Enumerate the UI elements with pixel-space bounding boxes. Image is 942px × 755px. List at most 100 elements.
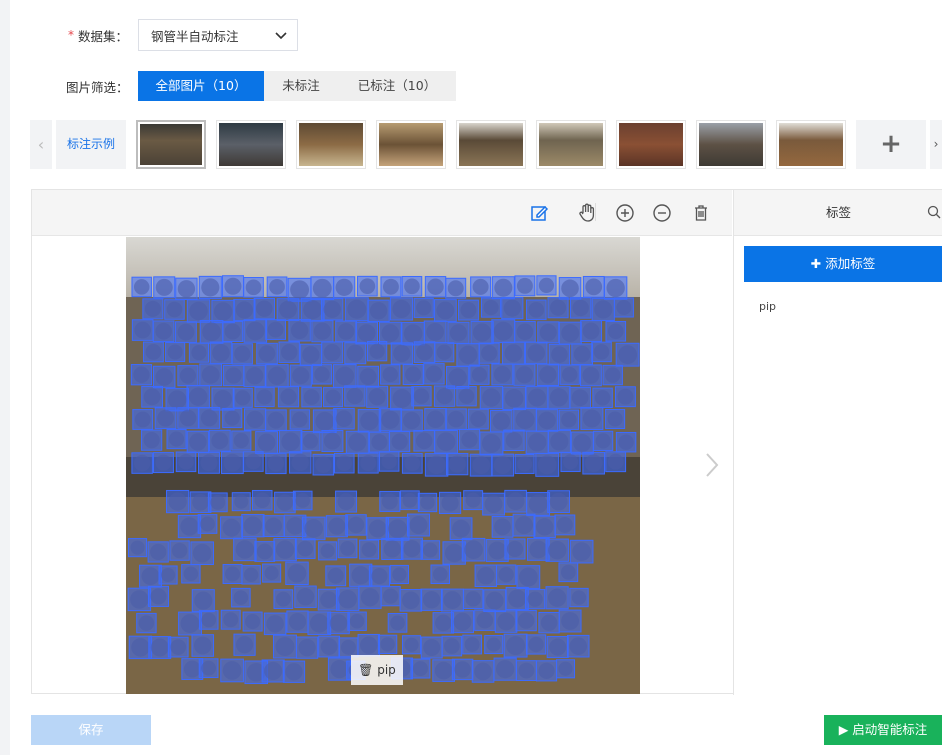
pipe-end <box>144 300 161 317</box>
pipe-end <box>150 543 167 561</box>
pipe-end <box>436 432 456 452</box>
add-label-button[interactable]: ✚ 添加标签 <box>744 246 942 282</box>
pipe-end <box>201 278 220 297</box>
zoom-in-icon[interactable] <box>614 202 636 224</box>
pipe-end <box>388 519 408 539</box>
thumbnail[interactable] <box>136 120 206 169</box>
pipe-end <box>280 344 298 361</box>
pipe-end <box>561 324 580 343</box>
pipe-end <box>201 612 217 628</box>
pipe-end <box>361 542 377 558</box>
pipe-end <box>189 433 207 451</box>
pipe-end <box>166 301 183 318</box>
annotation-example-button[interactable]: 标注示例 <box>56 120 126 169</box>
pipe-end <box>180 517 199 536</box>
pipe-end <box>432 567 448 582</box>
pipe-end <box>485 591 504 610</box>
pipe-end <box>224 277 242 295</box>
pipe-end <box>538 277 555 293</box>
add-image-button[interactable]: + <box>856 120 926 169</box>
pipe-end <box>368 519 387 538</box>
pipe-end <box>150 638 169 657</box>
search-icon[interactable] <box>927 205 941 219</box>
pipe-end <box>381 324 400 342</box>
dataset-label: 数据集： <box>78 28 129 44</box>
pipe-end <box>404 278 420 295</box>
dataset-select[interactable]: 钢管半自动标注 <box>138 19 298 51</box>
pipe-end <box>538 662 555 679</box>
pipe-end <box>222 661 242 680</box>
pipe-end <box>256 300 273 317</box>
pipe-end <box>200 409 218 427</box>
thumbnail[interactable] <box>616 120 686 169</box>
pipe-end <box>539 366 557 384</box>
filter-unlabeled[interactable]: 未标注 <box>264 71 338 101</box>
trash-icon[interactable] <box>690 202 712 224</box>
pipe-end <box>486 637 501 652</box>
thumbnail[interactable] <box>536 120 606 169</box>
zoom-out-icon[interactable] <box>651 202 673 224</box>
pipe-end <box>618 345 638 365</box>
thumbnail[interactable] <box>376 120 446 169</box>
pipe-end <box>571 590 587 605</box>
pipe-end <box>312 278 332 298</box>
thumbnail[interactable] <box>216 120 286 169</box>
thumbnail-strip: ‹ 标注示例 + › <box>30 120 942 170</box>
save-button[interactable]: 保存 <box>31 715 151 745</box>
pipe-end <box>155 454 172 471</box>
label-item-pip[interactable]: pip <box>759 300 776 313</box>
pipe-end <box>582 322 600 340</box>
filter-labeled[interactable]: 已标注（10） <box>338 71 456 101</box>
strip-next-button[interactable]: › <box>930 120 942 169</box>
pipe-end <box>340 639 356 655</box>
pipe-end <box>551 346 568 363</box>
image-canvas[interactable] <box>126 237 640 694</box>
pipe-end <box>275 591 291 607</box>
pipe-end <box>572 299 589 317</box>
pipe-end <box>561 279 579 298</box>
pipe-end <box>549 299 567 316</box>
pipe-end <box>280 388 297 405</box>
pipe-end <box>335 278 353 296</box>
thumbnail[interactable] <box>776 120 846 169</box>
required-mark: * <box>68 28 74 42</box>
pipe-end <box>392 299 411 319</box>
pipe-end <box>178 453 194 470</box>
pipe-end <box>527 344 545 362</box>
thumbnail[interactable] <box>296 120 366 169</box>
pipe-end <box>243 516 263 535</box>
thumbnail[interactable] <box>696 120 766 169</box>
pipe-end <box>234 494 249 509</box>
start-smart-annotation-button[interactable]: ▶ 启动智能标注 <box>824 715 942 745</box>
pipe-end <box>266 615 284 633</box>
pipe-end <box>179 367 196 384</box>
pipe-end <box>453 612 472 631</box>
pipe-end <box>143 432 160 449</box>
edit-icon[interactable] <box>528 202 550 224</box>
hand-pan-icon[interactable] <box>576 202 598 224</box>
trash-icon[interactable]: 🗑 <box>358 663 373 677</box>
pipe-end <box>295 493 311 508</box>
pipe-end <box>380 637 395 652</box>
chevron-right-icon[interactable] <box>704 452 720 478</box>
pipe-end <box>572 542 591 561</box>
filter-all[interactable]: 全部图片（10） <box>138 71 264 101</box>
pipe-end <box>347 516 365 534</box>
pipe-end <box>360 455 377 472</box>
pipe-end <box>168 492 187 511</box>
strip-prev-button[interactable]: ‹ <box>30 120 52 169</box>
pipe-end <box>336 455 353 471</box>
pipe-end <box>287 564 307 583</box>
pipe-end <box>360 411 379 431</box>
pipe-end <box>340 540 355 556</box>
thumbnail[interactable] <box>456 120 526 169</box>
selected-label-tag[interactable]: 🗑 pip <box>351 655 403 685</box>
label-panel: 标签 ✚ 添加标签 pip <box>733 190 942 695</box>
annotated-image[interactable] <box>126 237 640 694</box>
pipe-end <box>257 433 276 452</box>
pipe-end <box>223 612 239 628</box>
pipe-end <box>594 390 611 406</box>
pipe-end <box>434 661 453 680</box>
pipe-end <box>302 433 319 449</box>
pipe-end <box>618 434 634 450</box>
